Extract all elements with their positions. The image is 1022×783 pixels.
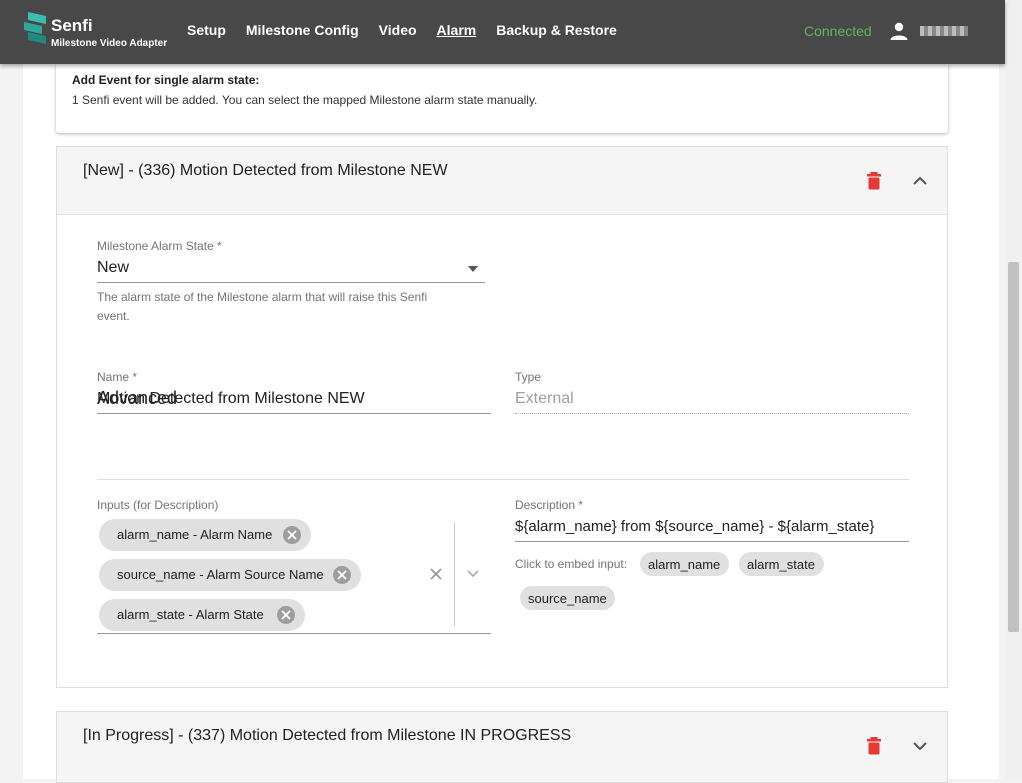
scrollbar-thumb[interactable] <box>1008 262 1019 632</box>
event-panel-title: [In Progress] - (337) Motion Detected fr… <box>83 727 572 744</box>
nav-alarm[interactable]: Alarm <box>437 22 477 38</box>
embed-chip-source-name[interactable]: source_name <box>520 586 615 610</box>
delete-icon[interactable] <box>866 737 882 755</box>
chevron-down-icon[interactable] <box>910 737 930 755</box>
alarm-page-content: Add Event for single alarm state: 1 Senf… <box>23 64 999 783</box>
type-field-disabled: External <box>515 390 574 407</box>
nav-milestone-config[interactable]: Milestone Config <box>246 22 359 38</box>
chevron-up-icon[interactable] <box>910 172 930 190</box>
cancel-circle-icon[interactable] <box>277 606 295 624</box>
input-chip-alarm-name[interactable]: alarm_name - Alarm Name <box>99 519 311 551</box>
embed-chip-alarm-name[interactable]: alarm_name <box>640 552 729 576</box>
info-title: Add Event for single alarm state: <box>72 73 260 87</box>
type-label: Type <box>515 370 542 384</box>
embed-chip-label: source_name <box>528 591 607 606</box>
event-panel-header[interactable]: [New] - (336) Motion Detected from Miles… <box>57 147 947 215</box>
nav-setup[interactable]: Setup <box>187 22 226 38</box>
alarm-state-help-line-2: event. <box>97 309 130 323</box>
embed-chip-label: alarm_name <box>648 557 721 572</box>
chevron-down-icon[interactable] <box>466 569 480 578</box>
indicator-separator <box>454 522 455 626</box>
embed-label: Click to embed input: <box>515 557 628 571</box>
name-label: Name * <box>97 370 138 384</box>
clear-inputs-icon[interactable] <box>430 568 442 580</box>
alarm-state-label: Milestone Alarm State * <box>97 239 222 253</box>
cancel-circle-icon[interactable] <box>283 526 301 544</box>
main-nav: Setup Milestone Config Video Alarm Backu… <box>187 22 637 38</box>
alarm-state-help-line-1: The alarm state of the Milestone alarm t… <box>97 290 428 304</box>
event-panel-title: [New] - (336) Motion Detected from Miles… <box>83 162 448 179</box>
senfi-logo-icon <box>24 12 46 44</box>
top-app-bar: Senfi Milestone Video Adapter Setup Mile… <box>0 0 1005 64</box>
embed-chip-alarm-state[interactable]: alarm_state <box>739 552 824 576</box>
description-underline <box>515 541 909 542</box>
dropdown-arrow-icon[interactable] <box>468 266 478 272</box>
inputs-label: Inputs (for Description) <box>97 498 219 512</box>
brand-name: Senfi <box>51 16 93 35</box>
connection-status: Connected <box>804 23 872 39</box>
user-name-redacted[interactable] <box>920 26 968 36</box>
page-scrollbar[interactable] <box>1005 0 1022 779</box>
event-panel-in-progress: [In Progress] - (337) Motion Detected fr… <box>56 711 948 783</box>
chip-label: alarm_name - Alarm Name <box>117 527 273 542</box>
input-chip-alarm-state[interactable]: alarm_state - Alarm State <box>99 599 305 631</box>
name-underline <box>97 413 491 414</box>
nav-backup-restore[interactable]: Backup & Restore <box>496 22 617 38</box>
add-event-info-card: Add Event for single alarm state: 1 Senf… <box>56 64 948 133</box>
advanced-divider <box>97 479 909 480</box>
description-input[interactable]: ${alarm_name} from ${source_name} - ${al… <box>515 518 874 535</box>
event-panel-new: [New] - (336) Motion Detected from Miles… <box>56 146 948 688</box>
type-underline <box>515 413 909 414</box>
advanced-section-title: Advanced <box>97 388 178 408</box>
info-text: 1 Senfi event will be added. You can sel… <box>72 93 538 107</box>
inputs-underline <box>97 633 491 634</box>
input-chip-source-name[interactable]: source_name - Alarm Source Name <box>99 559 361 591</box>
person-icon[interactable] <box>890 22 908 40</box>
chip-label: source_name - Alarm Source Name <box>117 567 324 582</box>
alarm-state-select[interactable]: New <box>97 259 129 277</box>
event-panel-header[interactable]: [In Progress] - (337) Motion Detected fr… <box>57 712 947 782</box>
alarm-state-underline <box>97 282 485 283</box>
embed-chip-label: alarm_state <box>747 557 815 572</box>
brand-subtitle: Milestone Video Adapter <box>51 38 168 49</box>
delete-icon[interactable] <box>866 172 882 190</box>
description-label: Description * <box>515 498 584 512</box>
cancel-circle-icon[interactable] <box>333 566 351 584</box>
chip-label: alarm_state - Alarm State <box>117 607 264 622</box>
nav-video[interactable]: Video <box>379 22 417 38</box>
